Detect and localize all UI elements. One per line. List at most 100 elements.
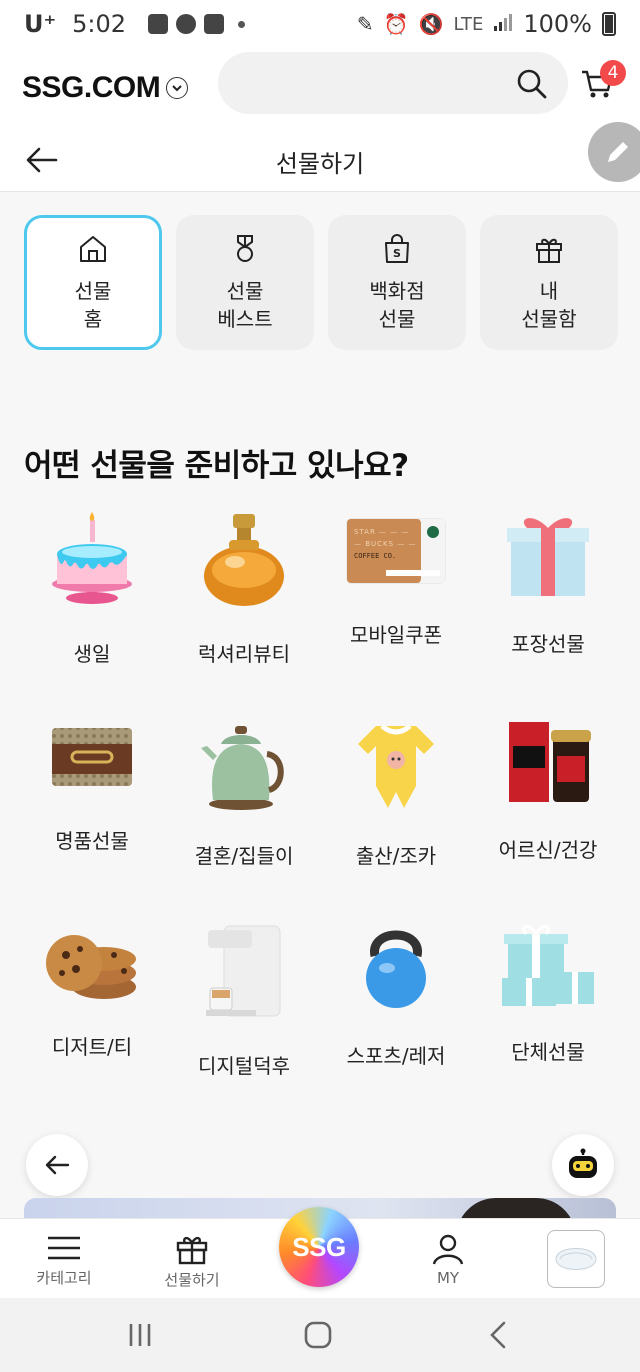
category-grid: 생일 럭셔리뷰티 STAR — — — — BUCKS — — COFFEE C… [16, 510, 624, 1078]
status-bar: U⁺ 5:02 ✎ ⏰ 🔇 LTE 100% [0, 0, 640, 48]
category-luxury-gift[interactable]: 명품선물 [16, 716, 168, 854]
quick-menu-label: 선물 홈 [74, 279, 112, 331]
recent-apps-button[interactable] [120, 1320, 160, 1350]
pencil-icon [608, 142, 628, 162]
category-label: 디지털덕후 [198, 1054, 290, 1078]
battery-label: 100% [523, 10, 592, 38]
clock: 5:02 [72, 10, 127, 38]
recent-apps-icon [129, 1324, 151, 1346]
network-label: LTE [453, 13, 484, 35]
gallery-icon [148, 14, 169, 34]
chatbot-icon [569, 1148, 597, 1178]
talk-icon [176, 14, 197, 34]
category-label: 모바일쿠폰 [350, 623, 442, 647]
home-icon [80, 236, 106, 262]
calendar-icon [204, 14, 225, 34]
search-icon[interactable] [516, 68, 548, 100]
section-title: 어떤 선물을 준비하고 있나요? [24, 448, 409, 484]
chevron-left-icon [490, 1321, 506, 1349]
chevron-down-icon[interactable] [166, 77, 189, 99]
quick-menu-my-giftbox[interactable]: 내 선물함 [480, 215, 618, 350]
nav-my[interactable]: MY [393, 1219, 503, 1299]
coupon-card-text: COFFEE CO. [354, 552, 396, 560]
quick-menu: 선물 홈 선물 베스트 S 백화점 선물 내 선물함 [24, 215, 618, 350]
quick-menu-label: 선물 베스트 [217, 279, 273, 331]
quick-menu-label: 내 선물함 [521, 279, 577, 331]
cart-count-badge: 4 [600, 60, 626, 86]
home-circle-icon [304, 1321, 332, 1349]
category-label: 럭셔리뷰티 [198, 642, 290, 666]
page-title: 선물하기 [275, 150, 365, 178]
category-label: 스포츠/레저 [346, 1044, 446, 1068]
ssg-logo[interactable]: SSG.COM [22, 71, 161, 105]
battery-icon [602, 12, 616, 36]
gift-icon [536, 238, 562, 263]
menu-icon [48, 1236, 80, 1260]
more-notifications-icon [238, 20, 246, 28]
app-header: SSG.COM 4 [0, 48, 640, 128]
recent-viewed-item[interactable] [547, 1230, 605, 1288]
perfume-bottle-image [189, 510, 299, 610]
coffee-machine-image [189, 922, 299, 1022]
gift-icon [176, 1236, 208, 1265]
quick-menu-label: 백화점 선물 [369, 279, 425, 331]
category-dessert-tea[interactable]: 디저트/티 [16, 922, 168, 1060]
nav-category[interactable]: 카테고리 [9, 1219, 119, 1299]
category-digital[interactable]: 디지털덕후 [168, 922, 320, 1078]
category-label: 결혼/집들이 [194, 844, 294, 868]
gift-boxes-stack-image [493, 922, 603, 1008]
nav-label: 카테고리 [36, 1269, 92, 1287]
system-back-button[interactable] [478, 1320, 518, 1350]
signal-icon [493, 10, 513, 38]
category-gift-wrap[interactable]: 포장선물 [472, 510, 624, 656]
category-baby[interactable]: 출산/조카 [320, 716, 472, 868]
quick-menu-gift-home[interactable]: 선물 홈 [24, 215, 162, 350]
category-label: 출산/조카 [355, 844, 437, 868]
chatbot-button[interactable] [552, 1134, 614, 1196]
category-label: 포장선물 [511, 632, 585, 656]
category-label: 디저트/티 [51, 1035, 133, 1059]
electric-kettle-image [189, 716, 299, 812]
system-nav-bar [0, 1298, 640, 1372]
quick-menu-gift-best[interactable]: 선물 베스트 [176, 215, 314, 350]
luxury-wallet-image [37, 716, 147, 797]
cart-button[interactable]: 4 [580, 60, 626, 106]
category-label: 단체선물 [511, 1040, 585, 1064]
shopping-bag-icon: S [385, 234, 409, 263]
svg-text:— BUCKS — —: — BUCKS — — [354, 540, 417, 548]
carrier-label: U⁺ [24, 10, 57, 38]
home-button[interactable] [298, 1320, 338, 1350]
category-label: 명품선물 [55, 829, 129, 853]
quick-menu-department-store[interactable]: S 백화점 선물 [328, 215, 466, 350]
edit-button[interactable] [588, 122, 640, 182]
birthday-cake-image [37, 510, 147, 610]
svg-text:STAR — — —: STAR — — — [354, 528, 410, 536]
cookies-image [37, 922, 147, 1003]
category-sports-leisure[interactable]: 스포츠/레저 [320, 922, 472, 1068]
category-luxury-beauty[interactable]: 럭셔리뷰티 [168, 510, 320, 666]
search-input[interactable] [218, 52, 568, 114]
ssg-home-button[interactable]: SSG [279, 1207, 359, 1287]
wrapped-gift-box-image [493, 510, 603, 600]
nav-label: MY [436, 1269, 460, 1287]
pillow-thumbnail-icon [555, 1248, 597, 1270]
svg-text:S: S [393, 247, 401, 260]
category-senior-health[interactable]: 어르신/건강 [472, 716, 624, 862]
category-label: 어르신/건강 [498, 838, 598, 862]
title-bar: 선물하기 [0, 128, 640, 192]
pen-icon: ✎ [356, 12, 374, 36]
floating-back-button[interactable] [26, 1134, 88, 1196]
category-mobile-coupon[interactable]: STAR — — — — BUCKS — — COFFEE CO. 모바일쿠폰 [320, 510, 472, 648]
red-ginseng-set-image [493, 716, 603, 806]
arrow-left-icon [45, 1155, 70, 1175]
user-icon [432, 1234, 464, 1265]
category-birthday[interactable]: 생일 [16, 510, 168, 666]
medal-icon [237, 235, 253, 262]
category-wedding-housewarming[interactable]: 결혼/집들이 [168, 716, 320, 868]
category-label: 생일 [73, 642, 111, 666]
kettlebell-image [341, 922, 451, 1012]
nav-gift[interactable]: 선물하기 [137, 1219, 247, 1299]
mute-icon: 🔇 [418, 12, 444, 36]
baby-romper-image [341, 716, 451, 812]
category-group-gift[interactable]: 단체선물 [472, 922, 624, 1064]
